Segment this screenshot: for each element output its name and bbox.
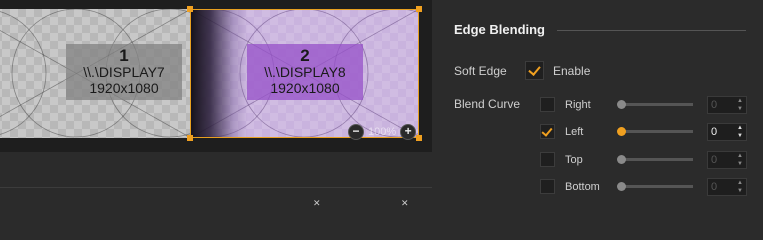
spin-value: 0 xyxy=(711,181,718,193)
edge-blending-panel: Edge Blending Soft Edge Enable Blend Cur… xyxy=(432,0,763,205)
top-curve-label: Top xyxy=(565,154,583,166)
resize-handle[interactable] xyxy=(187,6,193,12)
section-divider xyxy=(557,30,746,31)
spin-value: 0 xyxy=(711,154,718,166)
zoom-out-icon[interactable]: − xyxy=(348,124,364,140)
right-curve-checkbox[interactable] xyxy=(540,97,555,112)
enable-label: Enable xyxy=(553,64,591,78)
divider xyxy=(0,187,432,188)
display-preview-canvas[interactable]: 1 \\.\DISPLAY7 1920x1080 2 \\.\DISPLAY8 … xyxy=(0,0,432,152)
resize-handle[interactable] xyxy=(416,135,422,141)
selected-display-frame xyxy=(190,9,419,138)
spin-arrows-icon[interactable]: ▲ ▼ xyxy=(737,124,743,140)
checkmark-icon xyxy=(528,63,541,76)
display-number: 1 xyxy=(119,46,129,65)
top-curve-slider[interactable] xyxy=(621,158,693,161)
display-name: \\.\DISPLAY7 xyxy=(83,64,165,80)
zoom-controls: − 100% + xyxy=(348,124,417,140)
spin-arrows-icon[interactable]: ▲ ▼ xyxy=(737,97,743,113)
resize-handle[interactable] xyxy=(416,6,422,12)
right-curve-value-spinbox[interactable]: 0 ▲ ▼ xyxy=(707,96,747,114)
zoom-in-icon[interactable]: + xyxy=(400,124,417,140)
close-icon[interactable]: ✕ xyxy=(313,198,321,209)
blend-curve-label: Blend Curve xyxy=(454,97,521,111)
spin-value: 0 xyxy=(711,99,718,111)
right-curve-label: Right xyxy=(565,99,591,111)
spin-value: 0 xyxy=(711,126,718,138)
display-1-thumbnail[interactable]: 1 \\.\DISPLAY7 1920x1080 xyxy=(0,9,191,138)
spin-arrows-icon[interactable]: ▲ ▼ xyxy=(737,152,743,168)
bottom-toolbar xyxy=(0,152,432,205)
top-curve-value-spinbox[interactable]: 0 ▲ ▼ xyxy=(707,151,747,169)
resize-handle[interactable] xyxy=(187,135,193,141)
bottom-curve-checkbox[interactable] xyxy=(540,179,555,194)
display-resolution: 1920x1080 xyxy=(89,80,159,96)
slider-handle[interactable] xyxy=(617,127,626,136)
left-curve-checkbox[interactable] xyxy=(540,124,555,139)
left-curve-label: Left xyxy=(565,126,584,138)
zoom-level: 100% xyxy=(368,126,397,138)
bottom-curve-value-spinbox[interactable]: 0 ▲ ▼ xyxy=(707,178,747,196)
slider-handle[interactable] xyxy=(617,100,626,109)
slider-handle[interactable] xyxy=(617,155,626,164)
enable-checkbox[interactable] xyxy=(525,61,544,80)
bottom-curve-label: Bottom xyxy=(565,181,600,193)
display-1-label: 1 \\.\DISPLAY7 1920x1080 xyxy=(66,44,182,100)
right-curve-slider[interactable] xyxy=(621,103,693,106)
close-icon[interactable]: ✕ xyxy=(401,198,409,209)
bottom-curve-slider[interactable] xyxy=(621,185,693,188)
soft-edge-label: Soft Edge xyxy=(454,64,507,78)
slider-handle[interactable] xyxy=(617,182,626,191)
spin-arrows-icon[interactable]: ▲ ▼ xyxy=(737,179,743,195)
checkmark-icon xyxy=(541,125,553,137)
left-curve-value-spinbox[interactable]: 0 ▲ ▼ xyxy=(707,123,747,141)
section-title: Edge Blending xyxy=(454,22,545,37)
left-curve-slider[interactable] xyxy=(621,130,693,133)
top-curve-checkbox[interactable] xyxy=(540,152,555,167)
